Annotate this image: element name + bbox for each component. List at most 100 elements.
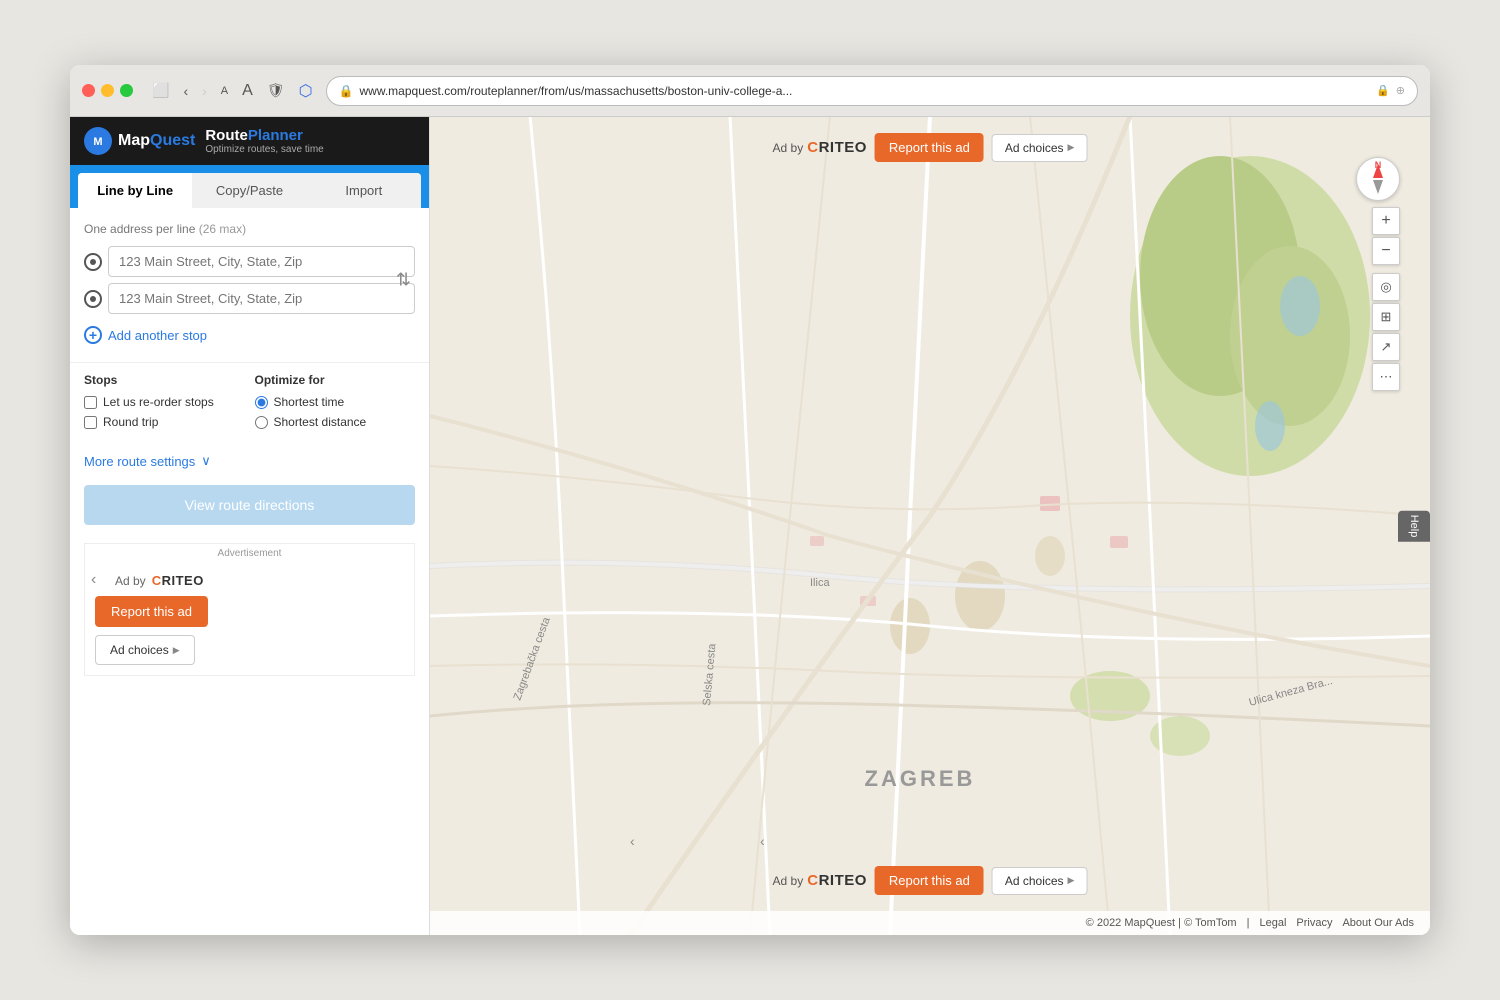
footer-about-link[interactable]: About Our Ads: [1342, 917, 1414, 929]
sidebar-report-ad-button[interactable]: Report this ad: [95, 596, 208, 627]
route-options-row: Stops Let us re-order stops Round trip O…: [84, 373, 415, 435]
compass[interactable]: N: [1356, 157, 1400, 201]
reorder-stops-option[interactable]: Let us re-order stops: [84, 395, 245, 409]
tab-copy-paste[interactable]: Copy/Paste: [192, 173, 306, 208]
shortest-distance-option[interactable]: Shortest distance: [255, 415, 416, 429]
add-stop-button[interactable]: + Add another stop: [84, 322, 207, 348]
shortest-distance-radio[interactable]: [255, 416, 268, 429]
swap-button[interactable]: ⇅: [392, 266, 415, 295]
map-footer: © 2022 MapQuest | © TomTom | Legal Priva…: [430, 911, 1430, 935]
address-hint: One address per line (26 max): [84, 222, 415, 236]
svg-text:Ilica: Ilica: [810, 577, 830, 589]
map-svg: Zagrebačka cesta Selska cesta Ilica Ulic…: [430, 117, 1430, 935]
browser-chrome: ⬜ ‹ › A A 🛡 ⬡ 🔒 www.mapquest.com/routepl…: [70, 65, 1430, 117]
destination-dot-inner: [90, 296, 96, 302]
footer-privacy-link[interactable]: Privacy: [1296, 917, 1332, 929]
map-bottom-report-ad-button[interactable]: Report this ad: [875, 866, 984, 895]
route-options: Stops Let us re-order stops Round trip O…: [70, 362, 429, 445]
round-trip-checkbox[interactable]: [84, 416, 97, 429]
map-area: ‹: [430, 117, 1430, 935]
form-area: One address per line (26 max): [70, 208, 429, 362]
route-planner-title: RoutePlanner: [205, 127, 323, 144]
reorder-stops-checkbox[interactable]: [84, 396, 97, 409]
zoom-out-button[interactable]: −: [1372, 237, 1400, 265]
compass-n-label: N: [1375, 160, 1382, 170]
origin-input[interactable]: [108, 246, 415, 277]
mapquest-name: MapQuest: [118, 132, 195, 150]
svg-text:‹: ‹: [760, 833, 765, 849]
url-share-icon: ⊕: [1396, 84, 1405, 97]
layers-button[interactable]: ⊞: [1372, 303, 1400, 331]
forward-button: ›: [199, 80, 210, 102]
more-options-button[interactable]: ⋯: [1372, 363, 1400, 391]
sidebar-advertisement: Advertisement ‹ Ad by CRITEO Report this…: [84, 543, 415, 676]
browser-controls: ⬜ ‹ › A A 🛡 ⬡: [149, 78, 316, 104]
extension-icon[interactable]: ⬡: [296, 78, 316, 104]
map-background[interactable]: Zagrebačka cesta Selska cesta Ilica Ulic…: [430, 117, 1430, 935]
more-route-settings-button[interactable]: More route settings ∨: [70, 445, 429, 477]
optimize-col: Optimize for Shortest time Shortest dist…: [255, 373, 416, 435]
map-ad-top: Ad by CRITEO Report this ad Ad choices ▶: [773, 133, 1088, 162]
shortest-time-option[interactable]: Shortest time: [255, 395, 416, 409]
shield-icon[interactable]: 🛡: [264, 79, 288, 102]
sidebar-ad-by-row: Ad by CRITEO: [115, 573, 204, 588]
add-stop-plus-icon: +: [84, 326, 102, 344]
url-text: www.mapquest.com/routeplanner/from/us/ma…: [360, 84, 1371, 98]
minimize-button[interactable]: [101, 84, 114, 97]
route-planner-subtitle: Optimize routes, save time: [205, 144, 323, 155]
tab-import[interactable]: Import: [307, 173, 421, 208]
address-row-2: [84, 283, 415, 314]
svg-text:M: M: [93, 136, 102, 148]
input-method-tabs: Line by Line Copy/Paste Import: [70, 165, 429, 208]
map-top-ad-choices-button[interactable]: Ad choices ▶: [992, 134, 1088, 162]
map-bottom-ad-by: Ad by CRITEO: [773, 872, 867, 889]
origin-dot-icon: [84, 253, 102, 271]
map-bottom-ad-choices-button[interactable]: Ad choices ▶: [992, 867, 1088, 895]
address-inputs: ⇅: [84, 246, 415, 314]
browser-window: ⬜ ‹ › A A 🛡 ⬡ 🔒 www.mapquest.com/routepl…: [70, 65, 1430, 935]
footer-legal-link[interactable]: Legal: [1259, 917, 1286, 929]
sidebar-toggle-icon[interactable]: ⬜: [149, 79, 172, 102]
sidebar-criteo-logo: CRITEO: [152, 573, 204, 588]
mapquest-logo-icon: M: [84, 127, 112, 155]
fullscreen-button[interactable]: [120, 84, 133, 97]
tab-line-by-line[interactable]: Line by Line: [78, 173, 192, 208]
svg-text:ZAGREB: ZAGREB: [865, 766, 976, 791]
destination-dot-icon: [84, 290, 102, 308]
map-bottom-criteo-logo: CRITEO: [807, 872, 867, 889]
close-button[interactable]: [82, 84, 95, 97]
sidebar-ad-content: ‹ Ad by CRITEO Report this ad Ad choices…: [85, 563, 414, 675]
tabs-row: Line by Line Copy/Paste Import: [76, 171, 423, 208]
help-tab[interactable]: Help: [1398, 511, 1430, 542]
url-bar[interactable]: 🔒 www.mapquest.com/routeplanner/from/us/…: [326, 76, 1418, 106]
share-button[interactable]: ↗: [1372, 333, 1400, 361]
sidebar: M MapQuest RoutePlanner Optimize routes,…: [70, 117, 430, 935]
map-top-report-ad-button[interactable]: Report this ad: [875, 133, 984, 162]
map-top-ad-choices-icon: ▶: [1068, 142, 1075, 153]
compass-south-arrow: [1373, 180, 1383, 194]
stops-col: Stops Let us re-order stops Round trip: [84, 373, 245, 435]
sidebar-ad-choices-button[interactable]: Ad choices ▶: [95, 635, 195, 665]
round-trip-option[interactable]: Round trip: [84, 415, 245, 429]
destination-input[interactable]: [108, 283, 415, 314]
text-large-icon[interactable]: A: [239, 79, 256, 103]
locate-button[interactable]: ◎: [1372, 273, 1400, 301]
shortest-time-radio[interactable]: [255, 396, 268, 409]
url-lock-icon: 🔒: [1376, 84, 1390, 97]
svg-text:‹: ‹: [630, 833, 635, 849]
back-button[interactable]: ‹: [180, 80, 191, 102]
text-small-icon[interactable]: A: [218, 82, 231, 100]
secure-icon: 🔒: [339, 84, 354, 98]
ad-back-button[interactable]: ‹: [91, 571, 96, 589]
zoom-in-button[interactable]: +: [1372, 207, 1400, 235]
map-ad-bottom: Ad by CRITEO Report this ad Ad choices ▶: [773, 866, 1088, 895]
mapquest-logo: M MapQuest: [84, 127, 195, 155]
view-directions-button[interactable]: View route directions: [84, 485, 415, 525]
advertisement-label: Advertisement: [85, 544, 414, 563]
sidebar-header: M MapQuest RoutePlanner Optimize routes,…: [70, 117, 429, 165]
ad-back-icon: ‹: [91, 571, 96, 588]
main-content: M MapQuest RoutePlanner Optimize routes,…: [70, 117, 1430, 935]
origin-dot-inner: [90, 259, 96, 265]
traffic-lights: [82, 84, 133, 97]
map-bottom-ad-choices-icon: ▶: [1068, 875, 1075, 886]
